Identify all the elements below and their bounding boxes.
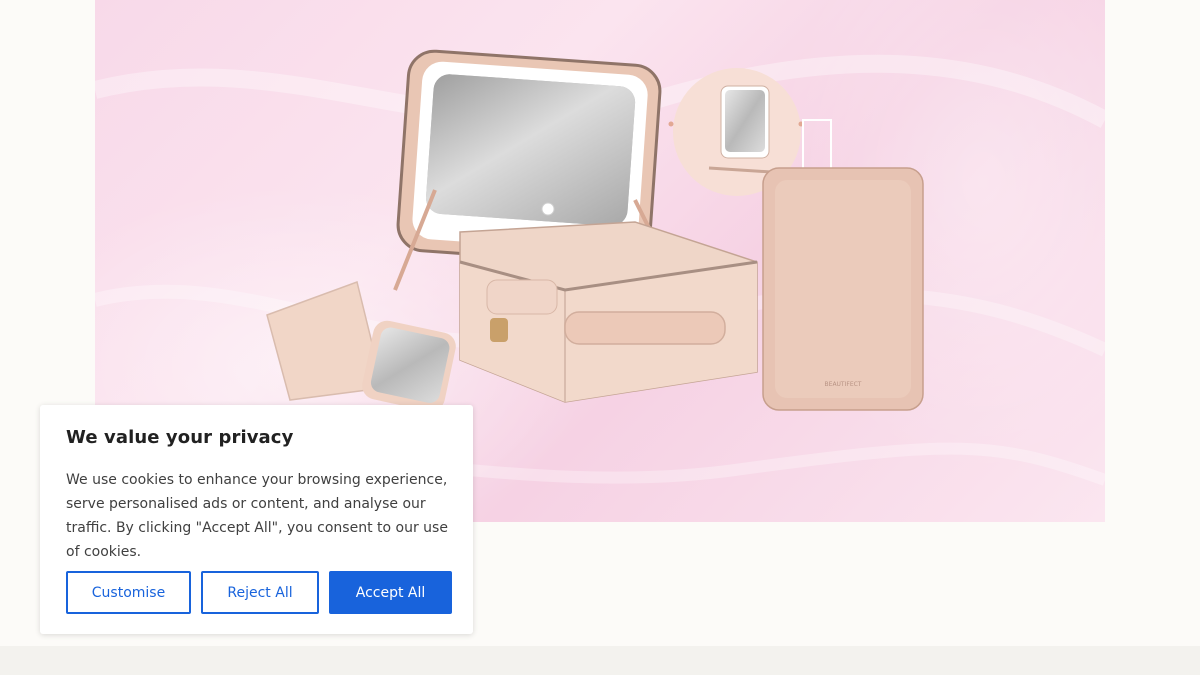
svg-text:BEAUTIFECT: BEAUTIFECT xyxy=(825,381,862,388)
cookie-banner-actions: Customise Reject All Accept All xyxy=(66,571,452,614)
case-body xyxy=(459,221,758,403)
cookie-banner-title: We value your privacy xyxy=(66,427,294,448)
reject-all-button[interactable]: Reject All xyxy=(201,571,319,614)
cookie-banner-text: We use cookies to enhance your browsing … xyxy=(66,472,448,560)
cookie-consent-banner: We value your privacy We use cookies to … xyxy=(40,405,473,634)
hand-mirror xyxy=(362,320,456,412)
footer-strip xyxy=(0,646,1200,675)
customise-button[interactable]: Customise xyxy=(66,571,191,614)
accept-all-button[interactable]: Accept All xyxy=(329,571,452,614)
